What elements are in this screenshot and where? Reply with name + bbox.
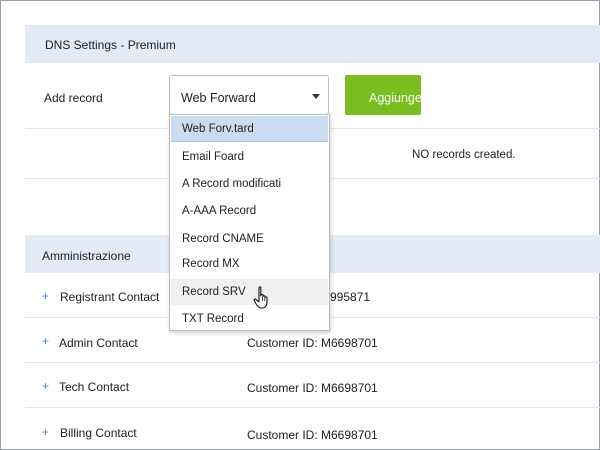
option-txt-record[interactable]: TXT Record [171,306,328,332]
divider [25,407,600,408]
hand-pointer-icon [253,286,268,309]
contact-label: Tech Contact [59,380,130,394]
administration-title: Amministrazione [42,249,131,263]
option-web-forward[interactable]: Web Forv.tard [171,116,328,142]
option-a-record[interactable]: A Record modificati [171,171,328,197]
no-records-message: NO records created. [412,149,516,161]
customer-id: Customer ID: M6698701 [247,381,378,395]
record-type-select[interactable]: Web Forward [169,75,329,115]
plus-icon[interactable]: + [42,425,49,439]
plus-icon[interactable]: + [42,289,49,303]
divider [25,362,600,363]
record-type-selected-value: Web Forward [181,91,256,105]
contact-label: Billing Contact [60,426,137,440]
option-srv-record[interactable]: Record SRV [171,279,328,305]
add-record-label: Add record [44,91,103,105]
option-aaaa-record[interactable]: A-AAA Record [171,198,328,224]
add-record-button-label: Aggiunge [369,91,421,105]
contact-label: Registrant Contact [60,290,160,304]
option-email-forward[interactable]: Email Foard [171,144,328,170]
record-type-dropdown-list[interactable]: Web Forv.tard Email Foard A Record modif… [169,114,330,331]
option-cname-record[interactable]: Record CNAME [171,226,328,252]
plus-icon[interactable]: + [42,379,49,393]
dns-settings-title: DNS Settings - Premium [45,38,176,52]
customer-id: 995871 [330,290,371,304]
contact-label: Admin Contact [59,336,138,350]
customer-id: Customer ID: M6698701 [247,428,378,442]
plus-icon[interactable]: + [42,334,49,348]
customer-id: Customer ID: M6698701 [247,336,378,350]
option-mx-record[interactable]: Record MX [171,251,328,277]
chevron-down-icon [312,94,320,99]
add-record-button[interactable]: Aggiunge [345,75,421,115]
